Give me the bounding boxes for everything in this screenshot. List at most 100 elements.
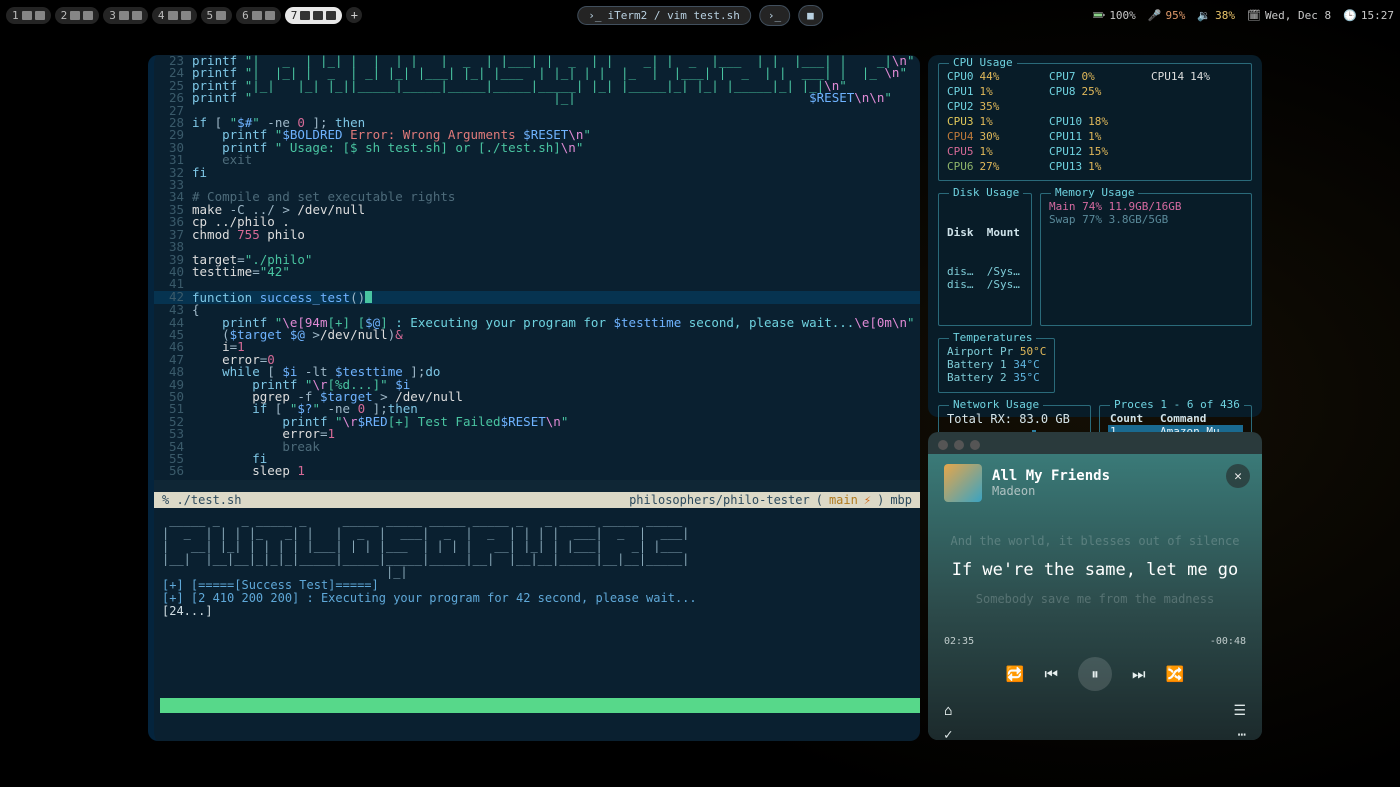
memory-usage-box: Memory Usage Main 74% 11.9GB/16GB Swap 7…	[1040, 193, 1252, 326]
code-line[interactable]: 54 break	[154, 441, 920, 453]
add-workspace-button[interactable]: +	[346, 7, 362, 23]
mic-icon: 🎤	[1148, 9, 1162, 22]
volume-status[interactable]: 🔉 38%	[1197, 9, 1235, 22]
vim-status-bar: % ./test.sh philosophers/philo-tester ( …	[154, 492, 920, 508]
disk-row: dis… /Sys…	[947, 278, 1023, 291]
status-area: 100% 🎤 95% 🔉 38% 🗓 Wed, Dec 8 🕒 15:27	[1093, 9, 1394, 22]
song-title: All My Friends	[992, 468, 1110, 484]
terminal-window[interactable]: 23printf "| _ | |_| | | | | | _ | |___| …	[148, 55, 920, 741]
battery-status[interactable]: 100%	[1093, 9, 1136, 22]
close-icon[interactable]: ✕	[1226, 464, 1250, 488]
cpu-cell	[1049, 100, 1141, 113]
cpu-cell: CPU430%	[947, 130, 1039, 143]
time-elapsed: 02:35	[944, 636, 974, 647]
mic-status[interactable]: 🎤 95%	[1148, 9, 1186, 22]
menubar: 1234567 + ›_ iTerm2 / vim test.sh ›_ ■ 1…	[0, 4, 1400, 26]
album-art[interactable]	[944, 464, 982, 502]
clock-icon: 🕒	[1343, 9, 1357, 22]
app-action-2[interactable]: ■	[798, 5, 823, 26]
cpu-cell: CPU51%	[947, 145, 1039, 158]
net-rx: Total RX: 83.0 GB	[947, 412, 1082, 426]
system-monitor-window[interactable]: CPU Usage CPU044%CPU70%CPU1414%CPU11%CPU…	[928, 55, 1262, 417]
workspace-4[interactable]: 4	[152, 7, 197, 24]
music-player-window[interactable]: ✕ All My Friends Madeon And the world, i…	[928, 432, 1262, 740]
song-artist: Madeon	[992, 484, 1110, 498]
temperatures-box: Temperatures Airport Pr 50°CBattery 1 34…	[938, 338, 1055, 393]
like-button[interactable]: ✓	[944, 727, 952, 740]
git-branch: main	[829, 493, 858, 507]
status-left: % ./test.sh	[162, 493, 241, 507]
bolt-icon: ⚡	[864, 493, 871, 507]
workspace-2[interactable]: 2	[55, 7, 100, 24]
terminal-output[interactable]: _____ _ _ _____ _ _____ _____ _____ ____…	[154, 508, 920, 624]
workspace-5[interactable]: 5	[201, 7, 233, 24]
workspace-7[interactable]: 7	[285, 7, 343, 24]
lyric-prev: And the world, it blesses out of silence	[944, 534, 1246, 548]
terminal-icon: ›_	[588, 9, 601, 22]
lyrics-view: And the world, it blesses out of silence…	[944, 534, 1246, 606]
cpu-cell: CPU1215%	[1049, 145, 1141, 158]
code-line[interactable]: 30 printf " Usage: [$ sh test.sh] or [./…	[154, 142, 920, 154]
cpu-usage-box: CPU Usage CPU044%CPU70%CPU1414%CPU11%CPU…	[938, 63, 1252, 181]
cpu-cell: CPU044%	[947, 70, 1039, 83]
code-line[interactable]: 26printf " |_| $RESET\n\n"	[154, 92, 920, 104]
next-track-button[interactable]: ⏭	[1132, 665, 1146, 683]
cpu-cell: CPU11%	[947, 85, 1039, 98]
tl-min[interactable]	[954, 440, 964, 450]
cpu-cell	[1151, 85, 1243, 98]
cpu-cell: CPU825%	[1049, 85, 1141, 98]
date-status[interactable]: 🗓 Wed, Dec 8	[1247, 9, 1331, 22]
mem-main: Main 74% 11.9GB/16GB	[1049, 200, 1243, 213]
lyric-current: If we're the same, let me go	[944, 560, 1246, 580]
cpu-cell: CPU111%	[1049, 130, 1141, 143]
code-line[interactable]: 42function success_test()	[154, 291, 920, 304]
repeat-button[interactable]: 🔁	[1006, 665, 1025, 683]
disk-usage-box: Disk Usage Disk Mount dis… /Sys…dis… /Sy…	[938, 193, 1032, 326]
status-right: philosophers/philo-tester ( main ⚡ ) mbp	[629, 493, 912, 507]
temp-row: Battery 1 34°C	[947, 358, 1046, 371]
speaker-icon: 🔉	[1197, 9, 1211, 22]
device-icon[interactable]: ⌂	[944, 703, 952, 719]
playback-controls: 🔁 ⏮ ⏸ ⏭ 🔀	[944, 657, 1246, 691]
cpu-cell: CPU235%	[947, 100, 1039, 113]
cpu-cell: CPU1018%	[1049, 115, 1141, 128]
cpu-cell	[1151, 160, 1243, 173]
tl-max[interactable]	[970, 440, 980, 450]
workspace-1[interactable]: 1	[6, 7, 51, 24]
battery-icon	[1093, 9, 1105, 21]
workspace-6[interactable]: 6	[236, 7, 281, 24]
cpu-cell: CPU1414%	[1151, 70, 1243, 83]
code-line[interactable]: 40testtime="42"	[154, 266, 920, 278]
temp-row: Battery 2 35°C	[947, 371, 1046, 384]
code-line[interactable]: 31 exit	[154, 154, 920, 166]
cpu-cell	[1151, 115, 1243, 128]
menubar-center: ›_ iTerm2 / vim test.sh ›_ ■	[577, 5, 823, 26]
time-status[interactable]: 🕒 15:27	[1343, 9, 1394, 22]
app-action-1[interactable]: ›_	[759, 5, 790, 26]
workspace-3[interactable]: 3	[103, 7, 148, 24]
now-playing-header: All My Friends Madeon	[944, 464, 1246, 502]
code-line[interactable]: 56 sleep 1	[154, 465, 920, 477]
code-line[interactable]: 37chmod 755 philo	[154, 229, 920, 241]
vim-editor[interactable]: 23printf "| _ | |_| | | | | | _ | |___| …	[154, 55, 920, 480]
cpu-cell	[1151, 100, 1243, 113]
active-app-pill[interactable]: ›_ iTerm2 / vim test.sh	[577, 6, 751, 25]
disk-row: dis… /Sys…	[947, 265, 1023, 278]
active-app-title: iTerm2 / vim test.sh	[607, 9, 739, 22]
tl-close[interactable]	[938, 440, 948, 450]
cpu-cell	[1151, 130, 1243, 143]
code-line[interactable]: 32fi	[154, 167, 920, 179]
prev-track-button[interactable]: ⏮	[1044, 665, 1058, 683]
cpu-cell: CPU31%	[947, 115, 1039, 128]
queue-icon[interactable]: ☰	[1233, 703, 1246, 719]
time-remaining: -00:48	[1210, 636, 1246, 647]
calendar-icon: 🗓	[1247, 9, 1261, 22]
shuffle-button[interactable]: 🔀	[1166, 665, 1185, 683]
code-line[interactable]: 45 ($target $@ >/dev/null)&	[154, 329, 920, 341]
temp-row: Airport Pr 50°C	[947, 345, 1046, 358]
tmux-status-bar[interactable]	[160, 698, 920, 713]
disk-header: Disk Mount	[947, 226, 1023, 239]
cpu-cell: CPU627%	[947, 160, 1039, 173]
play-pause-button[interactable]: ⏸	[1078, 657, 1112, 691]
more-icon[interactable]: ⋯	[1238, 727, 1246, 740]
